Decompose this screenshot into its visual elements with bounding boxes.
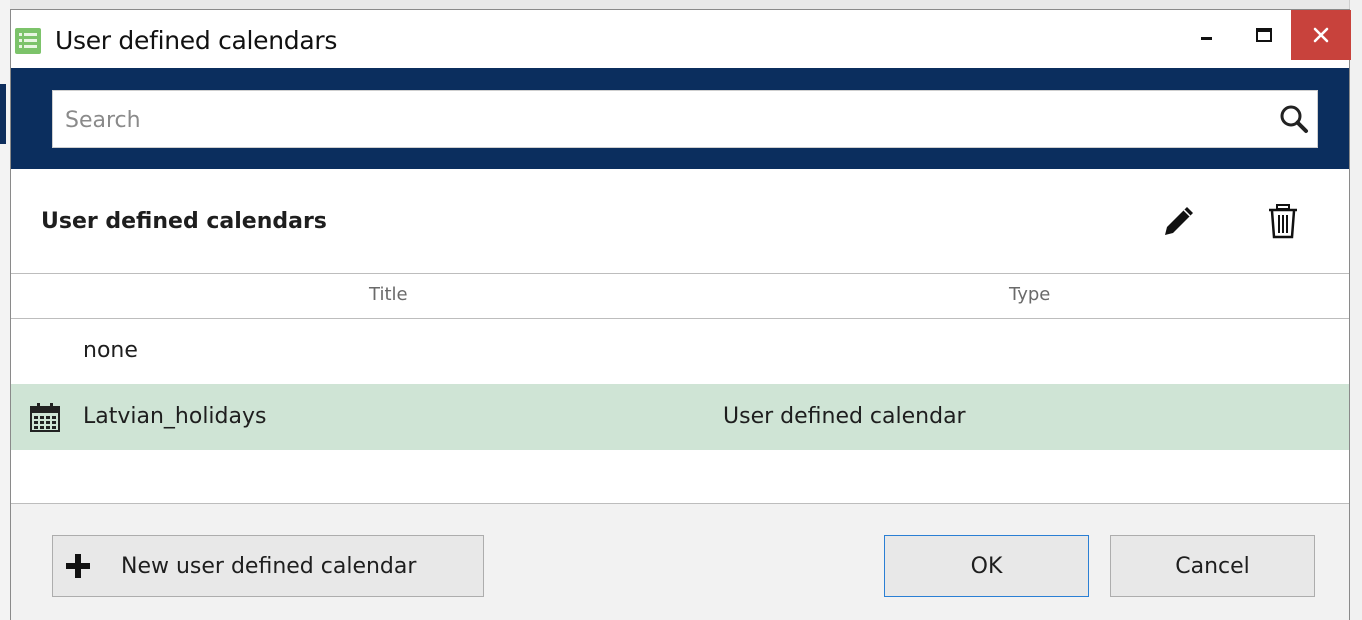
window-title: User defined calendars [55,26,338,55]
delete-icon[interactable] [1266,203,1300,239]
maximize-icon [1256,28,1272,42]
calendars-table: Title Type none Latvian_holidays User de… [11,273,1349,503]
calendar-icon [30,403,60,432]
search-bar [11,68,1349,169]
search-box[interactable] [52,90,1318,149]
maximize-button[interactable] [1233,10,1295,60]
search-icon[interactable] [1279,104,1309,134]
cell-title: Latvian_holidays [83,404,267,429]
new-calendar-label: New user defined calendar [121,553,417,579]
section-title: User defined calendars [41,209,327,234]
minimize-icon [1201,37,1212,40]
new-calendar-button[interactable]: New user defined calendar [52,535,484,597]
app-icon [15,28,41,54]
search-input[interactable] [63,91,1267,149]
column-header-title[interactable]: Title [369,284,408,305]
close-icon [1313,27,1329,43]
plus-icon [66,554,90,578]
title-bar[interactable]: User defined calendars [11,10,1351,68]
cell-type: User defined calendar [723,404,966,429]
section-header: User defined calendars [11,169,1349,273]
column-header-type[interactable]: Type [1009,284,1050,305]
background-app-top [0,0,1362,9]
close-button[interactable] [1291,10,1351,60]
dialog-window: User defined calendars U [10,9,1351,620]
table-row[interactable]: none [11,318,1349,384]
table-row-selected[interactable]: Latvian_holidays User defined calendar [11,384,1349,450]
dialog-footer: New user defined calendar OK Cancel [11,504,1349,620]
ok-button[interactable]: OK [884,535,1089,597]
cancel-button[interactable]: Cancel [1110,535,1315,597]
minimize-button[interactable] [1176,10,1238,60]
edit-icon[interactable] [1161,203,1197,239]
table-header: Title Type [11,273,1349,319]
background-app-right [1349,0,1362,620]
cell-title: none [83,338,138,363]
background-app-left [0,0,10,620]
